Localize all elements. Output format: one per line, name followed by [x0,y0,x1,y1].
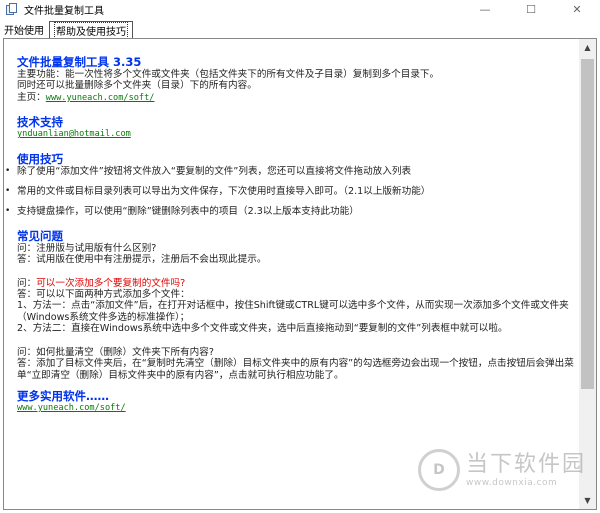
maximize-button[interactable]: ☐ [508,0,554,18]
title-bar: 文件批量复制工具 — ☐ ✕ [0,0,600,18]
tab-label: 帮助及使用技巧 [54,21,128,39]
scrollbar-thumb[interactable] [581,59,594,389]
list-item: 常用的文件或目标目录列表可以导出为文件保存，下次使用时直接导入即可。（2.1以上… [5,186,577,198]
tab-help-and-tips[interactable]: 帮助及使用技巧 [49,21,133,39]
faq2-question-text: 可以一次添加多个要复制的文件吗? [36,277,186,289]
tab-bar: 开始使用 帮助及使用技巧 [0,20,600,39]
faq2-question: 问：可以一次添加多个要复制的文件吗? [17,278,577,289]
list-item: 除了使用“添加文件”按钮将文件放入“要复制的文件”列表，您还可以直接将文件拖动放… [5,166,577,178]
faq3-question: 问：如何批量清空（删除）文件夹下所有内容? [17,346,214,358]
tips-heading: 使用技巧 [17,151,63,166]
scroll-down-arrow-icon[interactable]: ▼ [579,492,596,509]
scroll-up-arrow-icon[interactable]: ▲ [579,39,596,56]
faq1-question: 问：注册版与试用版有什么区别? [17,242,157,254]
minimize-button[interactable]: — [462,0,508,18]
homepage-label: 主页： [17,91,46,103]
faq2-answer-3: 2、方法二：直接在Windows系统中选中多个文件或文件夹，选中后直接拖动到“要… [17,323,508,335]
faq3-answer: 答：添加了目标文件夹后，在“复制时先清空（删除）目标文件夹中的原有内容”的勾选框… [17,358,574,381]
faq2-question-prefix: 问： [17,277,37,289]
tips-list: 除了使用“添加文件”按钮将文件放入“要复制的文件”列表，您还可以直接将文件拖动放… [5,166,577,219]
homepage-link[interactable]: www.yuneach.com/soft/ [46,93,155,103]
product-heading: 文件批量复制工具 3.35 [17,55,142,69]
tab-label: 开始使用 [4,26,44,37]
features-text: 主要功能：能一次性将多个文件或文件夹（包括文件夹下的所有文件及子目录）复制到多个… [17,69,440,80]
faq1-answer: 答：试用版在使用中有注册提示，注册后不会出现此提示。 [17,254,267,266]
faq2-answer-2: 1、方法一：点击“添加文件”后，在打开对话框中，按住Shift键或CTRL键可以… [17,300,569,323]
more-software-link[interactable]: www.yuneach.com/soft/ [17,403,577,414]
window-controls: — ☐ ✕ [462,0,600,18]
features-text-2: 同时还可以批量删除多个文件夹（目录）下的所有内容。 [17,80,257,92]
help-panel: 文件批量复制工具 3.35 主要功能：能一次性将多个文件或文件夹（包括文件夹下的… [3,38,597,510]
more-software-heading: 更多实用软件…… [17,388,109,403]
list-item: 支持键盘操作，可以使用“删除”键删除列表中的项目（2.3以上版本支持此功能） [5,206,577,218]
tab-getting-started[interactable]: 开始使用 [0,21,48,38]
homepage-line: 主页：www.yuneach.com/soft/ [17,92,577,104]
faq2-answer-1: 答：可以以下面两种方式添加多个文件： [17,289,190,301]
vertical-scrollbar[interactable]: ▲ ▼ [579,39,596,509]
support-heading: 技术支持 [17,115,63,130]
support-email-link[interactable]: ynduanlian@hotmail.com [17,129,577,140]
app-icon [6,3,18,15]
faq-heading: 常见问题 [17,228,63,243]
close-button[interactable]: ✕ [554,0,600,18]
help-content: 文件批量复制工具 3.35 主要功能：能一次性将多个文件或文件夹（包括文件夹下的… [5,55,577,414]
window-title: 文件批量复制工具 [24,5,104,17]
